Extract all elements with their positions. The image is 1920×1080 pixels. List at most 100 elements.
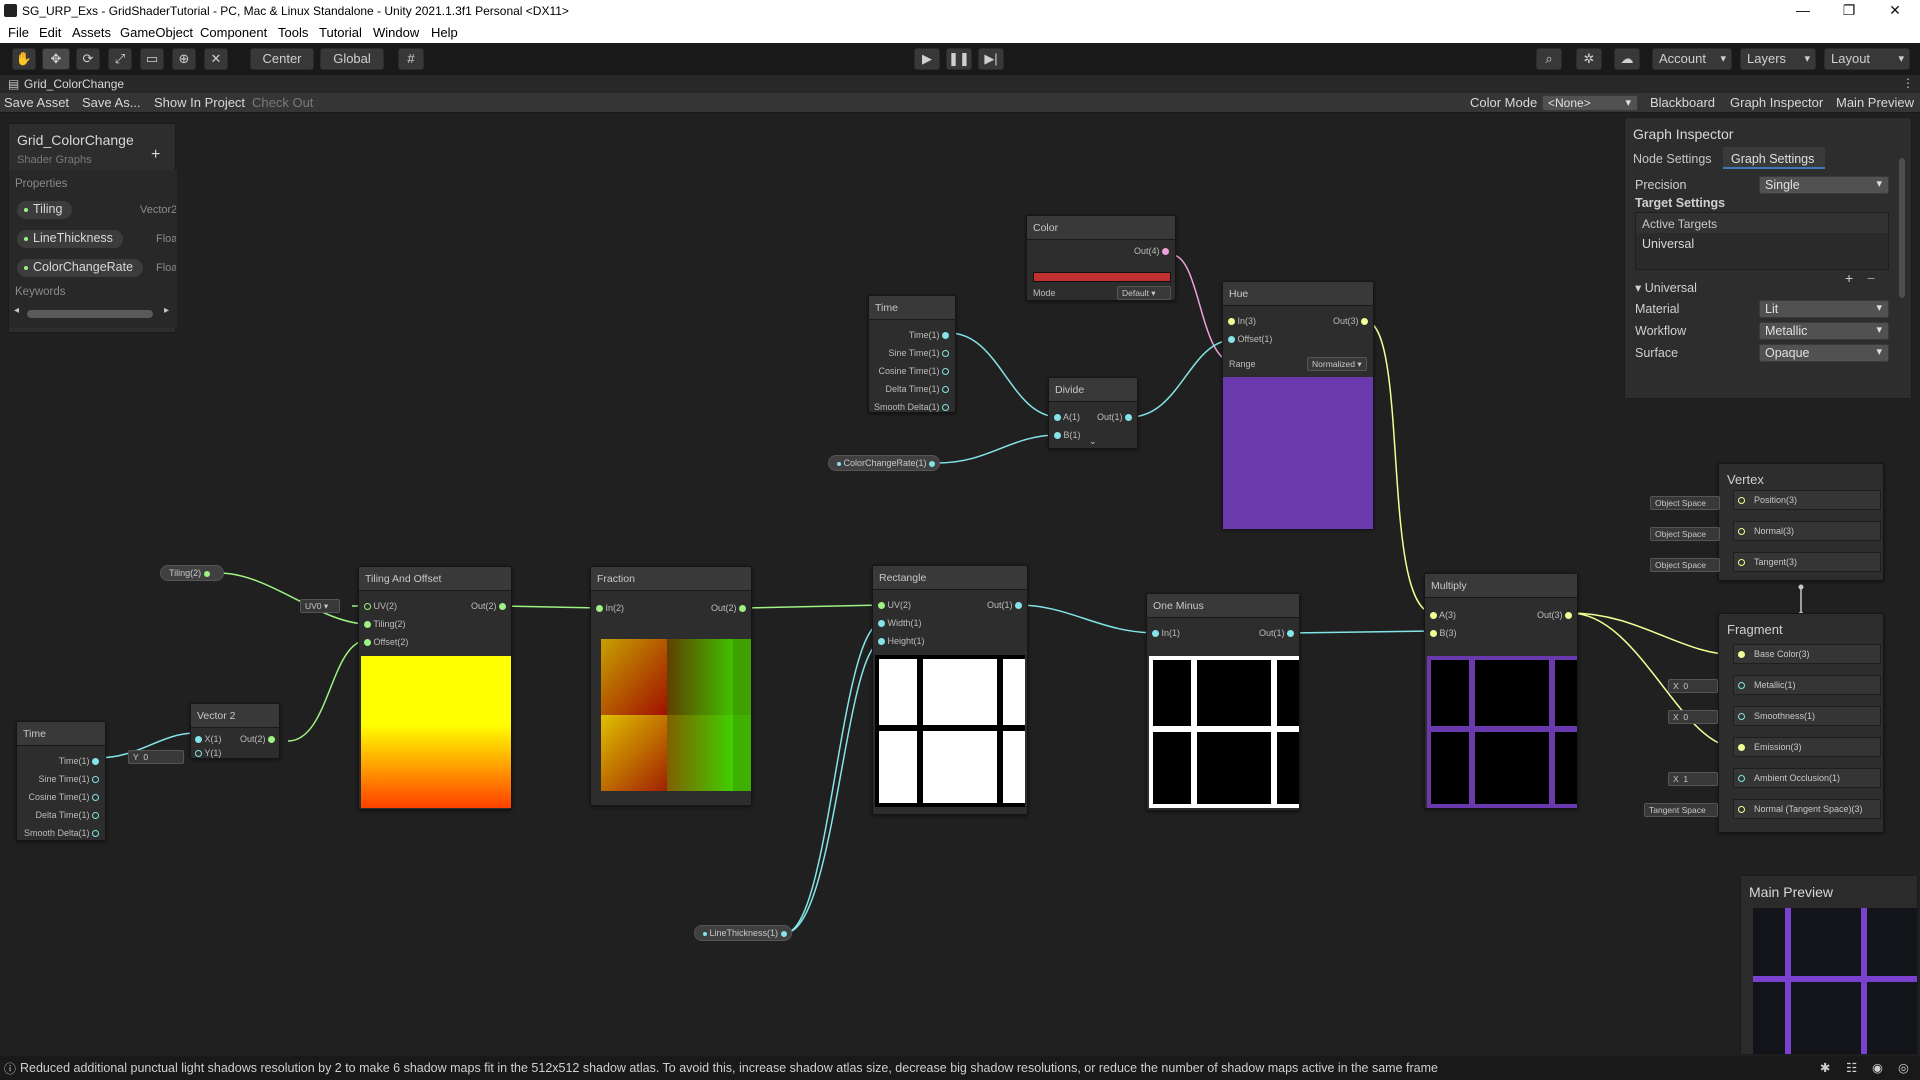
node-time-top[interactable]: Time Time(1) Sine Time(1) Cosine Time(1)… — [868, 295, 956, 413]
workflow-select[interactable]: Metallic — [1759, 322, 1889, 340]
port-out[interactable]: Out(1) — [1097, 412, 1132, 422]
tab-graph-settings[interactable]: Graph Settings — [1723, 147, 1825, 169]
prop-node-colorchangerate[interactable]: ColorChangeRate(1) — [828, 455, 940, 471]
port-b[interactable]: B(3) — [1430, 628, 1457, 638]
node-multiply[interactable]: Multiply A(3) B(3) Out(3) — [1424, 573, 1578, 809]
search-icon[interactable]: ⌕ — [1536, 48, 1562, 70]
material-select[interactable]: Lit — [1759, 300, 1889, 318]
property-linethickness[interactable]: LineThickness — [17, 230, 123, 248]
close-icon[interactable]: ✕ — [1872, 2, 1918, 19]
slot-normal-tangent[interactable]: Normal (Tangent Space)(3) — [1733, 799, 1881, 819]
add-property-icon[interactable]: + — [151, 146, 160, 164]
menu-edit[interactable]: Edit — [39, 25, 61, 40]
pivot-center-button[interactable]: Center — [250, 48, 314, 70]
node-rectangle[interactable]: Rectangle UV(2) Width(1) Height(1) Out(1… — [872, 565, 1028, 815]
node-one-minus[interactable]: One Minus In(1) Out(1) — [1146, 593, 1300, 811]
port-cosine-time[interactable]: Cosine Time(1) — [28, 792, 99, 802]
slot-metallic[interactable]: Metallic(1) — [1733, 675, 1881, 695]
play-icon[interactable]: ▶ — [914, 48, 940, 70]
save-asset-button[interactable]: Save Asset — [4, 95, 69, 110]
progress-icon[interactable]: ◉ — [1872, 1060, 1883, 1075]
collapse-chevron-icon[interactable]: ⌄ — [1089, 436, 1097, 447]
port-out[interactable]: Out(2) — [471, 601, 506, 611]
precision-select[interactable]: Single — [1759, 176, 1889, 194]
scale-tool-icon[interactable]: ⤢ — [108, 48, 132, 70]
scroll-right-icon[interactable]: ▸ — [164, 305, 169, 316]
menu-help[interactable]: Help — [431, 25, 458, 40]
port-cosine-time[interactable]: Cosine Time(1) — [878, 366, 949, 376]
maximize-icon[interactable]: ❐ — [1826, 2, 1872, 19]
menu-assets[interactable]: Assets — [72, 25, 111, 40]
port-tiling[interactable]: Tiling(2) — [364, 619, 406, 629]
port-out[interactable]: Out(3) — [1333, 316, 1368, 326]
port-in[interactable]: In(3) — [1228, 316, 1256, 326]
port-height[interactable]: Height(1) — [878, 636, 925, 646]
port-out[interactable]: Out(4) — [1134, 246, 1169, 256]
port-x[interactable]: X(1) — [195, 734, 222, 744]
port-b[interactable]: B(1) — [1054, 430, 1081, 440]
bug-icon[interactable]: ☷ — [1846, 1060, 1857, 1075]
scroll-left-icon[interactable]: ◂ — [14, 305, 19, 316]
inspector-scrollbar[interactable] — [1899, 158, 1905, 298]
surface-select[interactable]: Opaque — [1759, 344, 1889, 362]
port-time[interactable]: Time(1) — [909, 330, 949, 340]
port-offset[interactable]: Offset(2) — [364, 637, 408, 647]
port-out[interactable]: Out(2) — [711, 603, 746, 613]
blackboard-toggle[interactable]: Blackboard — [1650, 95, 1715, 110]
graph-canvas[interactable]: Grid_ColorChange Shader Graphs + Propert… — [0, 113, 1920, 1056]
master-fragment-block[interactable]: Fragment Base Color(3) Metallic(1) Smoot… — [1718, 613, 1884, 833]
port-smooth-delta[interactable]: Smooth Delta(1) — [874, 402, 949, 412]
node-vector2[interactable]: Vector 2 X(1) Y(1) Out(2) — [190, 703, 280, 759]
slot-emission[interactable]: Emission(3) — [1733, 737, 1881, 757]
prop-node-linethickness[interactable]: LineThickness(1) — [694, 925, 792, 941]
property-colorchangerate[interactable]: ColorChangeRate — [17, 259, 144, 277]
port-in[interactable]: In(1) — [1152, 628, 1180, 638]
show-in-project-button[interactable]: Show In Project — [154, 95, 245, 110]
port-delta-time[interactable]: Delta Time(1) — [885, 384, 949, 394]
more-options-icon[interactable]: ⋮ — [1902, 76, 1914, 90]
slot-normal[interactable]: Normal(3) — [1733, 521, 1881, 541]
port-sine-time[interactable]: Sine Time(1) — [888, 348, 949, 358]
color-swatch[interactable] — [1033, 272, 1171, 282]
port-out[interactable]: Out(3) — [1537, 610, 1572, 620]
graph-inspector-toggle[interactable]: Graph Inspector — [1730, 95, 1823, 110]
rotate-tool-icon[interactable]: ⟳ — [76, 48, 100, 70]
debug-icon[interactable]: ✱ — [1820, 1060, 1830, 1075]
remove-target-icon[interactable]: − — [1867, 270, 1875, 286]
account-dropdown[interactable]: Account — [1652, 48, 1732, 70]
node-fraction[interactable]: Fraction In(2) Out(2) — [590, 566, 752, 806]
custom-tool-icon[interactable]: ✕ — [204, 48, 228, 70]
services-icon[interactable]: ✲ — [1576, 48, 1602, 70]
move-tool-icon[interactable]: ✥ — [42, 48, 70, 70]
menu-file[interactable]: File — [8, 25, 29, 40]
port-out[interactable]: Out(2) — [240, 734, 275, 744]
editor-tab-title[interactable]: Grid_ColorChange — [24, 77, 124, 91]
range-select[interactable]: Normalized ▾ — [1307, 357, 1367, 371]
slot-base-color[interactable]: Base Color(3) — [1733, 644, 1881, 664]
minimize-icon[interactable]: — — [1780, 2, 1826, 18]
master-vertex-block[interactable]: Vertex Position(3) Normal(3) Tangent(3) — [1718, 463, 1884, 581]
save-as-button[interactable]: Save As... — [82, 95, 141, 110]
port-uv[interactable]: UV(2) — [878, 600, 911, 610]
uv-channel-select[interactable]: UV0 ▾ — [300, 599, 340, 613]
port-time[interactable]: Time(1) — [59, 756, 99, 766]
slot-ambient-occlusion[interactable]: Ambient Occlusion(1) — [1733, 768, 1881, 788]
blackboard-scrollbar[interactable] — [27, 310, 153, 318]
menu-window[interactable]: Window — [373, 25, 419, 40]
main-preview-panel[interactable]: Main Preview — [1740, 875, 1918, 1055]
port-sine-time[interactable]: Sine Time(1) — [38, 774, 99, 784]
node-hue[interactable]: Hue In(3) Offset(1) Out(3) Range Normali… — [1222, 281, 1374, 529]
step-icon[interactable]: ▶| — [978, 48, 1004, 70]
pivot-global-button[interactable]: Global — [320, 48, 384, 70]
universal-section-header[interactable]: ▾ Universal — [1635, 280, 1697, 295]
layers-dropdown[interactable]: Layers — [1740, 48, 1816, 70]
transform-tool-icon[interactable]: ⊕ — [172, 48, 196, 70]
hand-tool-icon[interactable]: ✋ — [12, 48, 36, 70]
port-delta-time[interactable]: Delta Time(1) — [35, 810, 99, 820]
main-preview-viewport[interactable] — [1753, 908, 1917, 1054]
snap-grid-icon[interactable]: # — [398, 48, 424, 70]
tab-node-settings[interactable]: Node Settings — [1633, 152, 1712, 166]
slot-position[interactable]: Position(3) — [1733, 490, 1881, 510]
port-a[interactable]: A(1) — [1054, 412, 1080, 422]
node-time-bottom[interactable]: Time Time(1) Sine Time(1) Cosine Time(1)… — [16, 721, 106, 841]
